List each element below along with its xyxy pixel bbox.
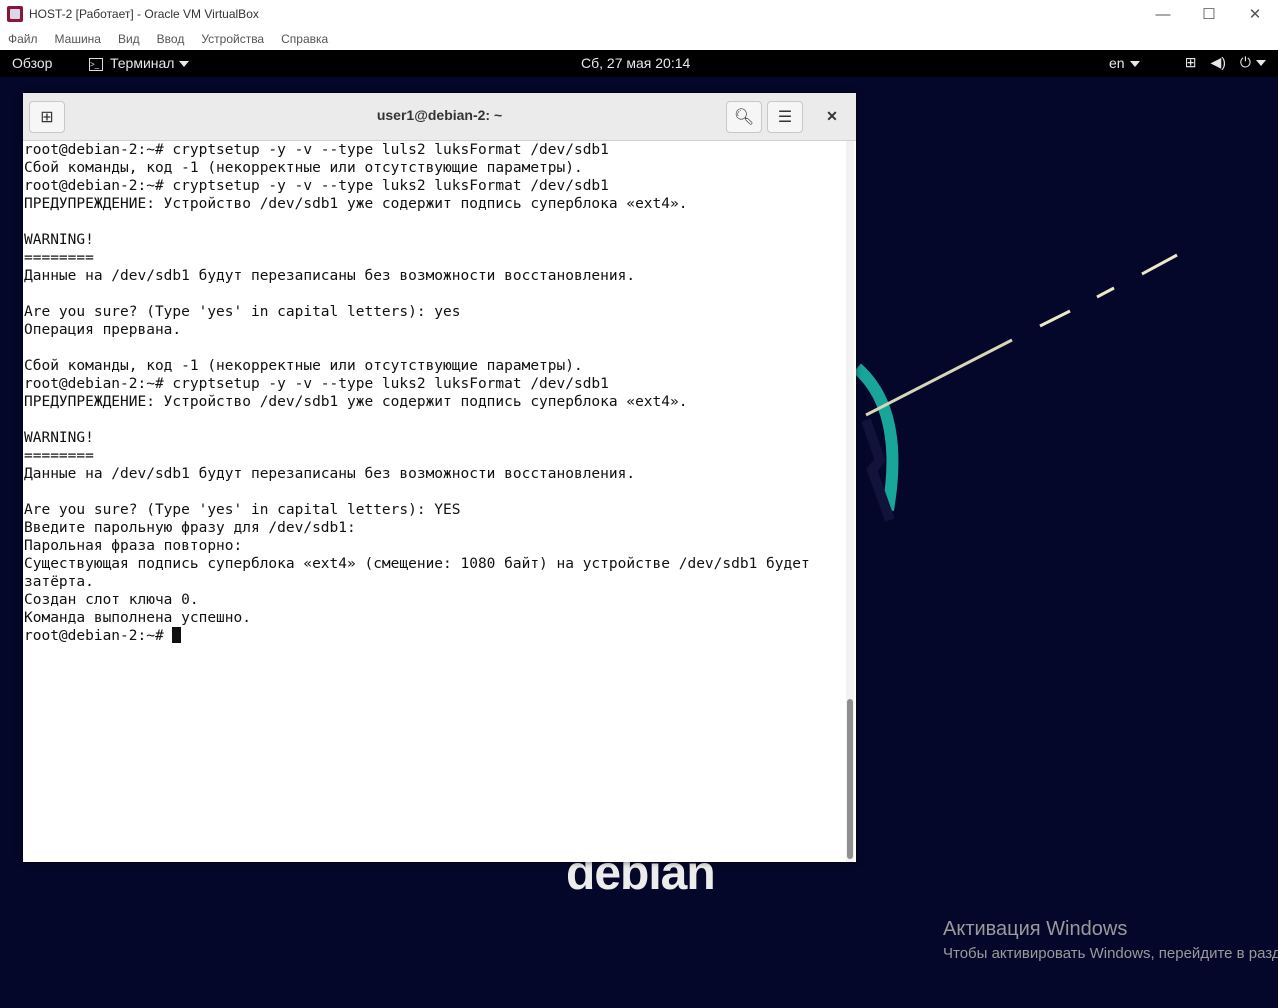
menu-button[interactable]: ☰ bbox=[767, 101, 803, 133]
terminal-line: root@debian-2:~# cryptsetup -y -v --type… bbox=[24, 376, 609, 392]
window-controls: — ☐ ✕ bbox=[1140, 0, 1278, 28]
menu-input[interactable]: Ввод bbox=[149, 32, 194, 46]
menu-devices[interactable]: Устройства bbox=[193, 32, 273, 46]
vbox-titlebar: HOST-2 [Работает] - Oracle VM VirtualBox… bbox=[0, 0, 1278, 28]
minimize-button[interactable]: — bbox=[1140, 0, 1186, 28]
terminal-line: Данные на /dev/sdb1 будут перезаписаны б… bbox=[24, 268, 636, 284]
terminal-line: root@debian-2:~# cryptsetup -y -v --type… bbox=[24, 142, 609, 158]
window-title: HOST-2 [Работает] - Oracle VM VirtualBox bbox=[29, 7, 259, 21]
terminal-line: root@debian-2:~# cryptsetup -y -v --type… bbox=[24, 178, 609, 194]
terminal-headerbar: ⊞ user1@debian-2: ~ 🔍︎ ☰ ✕ bbox=[23, 93, 856, 141]
gnome-topbar: Обзор >_ Терминал Сб, 27 мая 20:14 en ⊞ ◀… bbox=[0, 50, 1278, 77]
terminal-line: Сбой команды, код -1 (некорректные или о… bbox=[24, 358, 583, 374]
vbox-menubar: Файл Машина Вид Ввод Устройства Справка bbox=[0, 28, 1278, 50]
menu-machine[interactable]: Машина bbox=[47, 32, 110, 46]
terminal-line: ======== bbox=[24, 250, 94, 266]
terminal-window[interactable]: ⊞ user1@debian-2: ~ 🔍︎ ☰ ✕ root@debian-2… bbox=[23, 93, 856, 862]
terminal-line: ПРЕДУПРЕЖДЕНИЕ: Устройство /dev/sdb1 уже… bbox=[24, 196, 688, 212]
network-icon: ⊞ bbox=[1184, 54, 1197, 70]
text-cursor bbox=[172, 627, 182, 643]
wallpaper-dash-3 bbox=[1141, 253, 1178, 276]
maximize-button[interactable]: ☐ bbox=[1186, 0, 1232, 28]
windows-activation-watermark: Активация Windows Чтобы активировать Win… bbox=[943, 918, 1278, 962]
wallpaper-line bbox=[865, 338, 1013, 417]
volume-icon: ◀) bbox=[1210, 54, 1226, 70]
terminal-line: Данные на /dev/sdb1 будут перезаписаны б… bbox=[24, 466, 636, 482]
terminal-scrollbar[interactable] bbox=[846, 141, 854, 862]
terminal-close-button[interactable]: ✕ bbox=[817, 101, 847, 131]
search-button[interactable]: 🔍︎ bbox=[726, 101, 762, 133]
terminal-line: ======== bbox=[24, 448, 94, 464]
activities-button[interactable]: Обзор bbox=[12, 55, 52, 71]
virtualbox-icon bbox=[7, 6, 23, 22]
terminal-line: Существующая подпись суперблока «ext4» (… bbox=[24, 556, 810, 572]
menu-view[interactable]: Вид bbox=[110, 32, 149, 46]
menu-help[interactable]: Справка bbox=[273, 32, 337, 46]
chevron-down-icon bbox=[179, 61, 190, 68]
hamburger-icon: ☰ bbox=[777, 109, 793, 126]
terminal-line: Операция прервана. bbox=[24, 322, 182, 338]
close-button[interactable]: ✕ bbox=[1232, 0, 1278, 28]
search-icon: 🔍︎ bbox=[733, 109, 755, 126]
guest-display: Обзор >_ Терминал Сб, 27 мая 20:14 en ⊞ ◀… bbox=[0, 50, 1278, 1008]
wallpaper-dash-2 bbox=[1096, 286, 1115, 299]
terminal-line: WARNING! bbox=[24, 430, 94, 446]
power-icon: ⏻ bbox=[1240, 54, 1266, 71]
app-menu[interactable]: >_ Терминал bbox=[89, 55, 190, 71]
terminal-line: Are you sure? (Type 'yes' in capital let… bbox=[24, 502, 461, 518]
keyboard-layout[interactable]: en bbox=[1109, 55, 1140, 71]
terminal-output[interactable]: root@debian-2:~# cryptsetup -y -v --type… bbox=[23, 141, 844, 862]
terminal-line: Парольная фраза повторно: bbox=[24, 538, 243, 554]
activation-subtitle: Чтобы активировать Windows, перейдите в … bbox=[943, 945, 1278, 962]
terminal-prompt: root@debian-2:~# bbox=[24, 628, 173, 644]
chevron-down-icon bbox=[1256, 60, 1266, 67]
menu-file[interactable]: Файл bbox=[0, 32, 47, 46]
terminal-line: Создан слот ключа 0. bbox=[24, 592, 199, 608]
terminal-icon: >_ bbox=[89, 57, 103, 71]
system-menu[interactable]: ⊞ ◀) ⏻ bbox=[1185, 54, 1266, 71]
terminal-line: Команда выполнена успешно. bbox=[24, 610, 251, 626]
app-menu-label: Терминал bbox=[110, 55, 175, 71]
terminal-line: Are you sure? (Type 'yes' in capital let… bbox=[24, 304, 461, 320]
terminal-line: Введите парольную фразу для /dev/sdb1: bbox=[24, 520, 356, 536]
close-icon: ✕ bbox=[826, 107, 838, 124]
terminal-prompt-line: root@debian-2:~# bbox=[24, 627, 844, 645]
keyboard-layout-label: en bbox=[1109, 55, 1125, 71]
terminal-line: WARNING! bbox=[24, 232, 94, 248]
terminal-line: Сбой команды, код -1 (некорректные или о… bbox=[24, 160, 583, 176]
terminal-line: ПРЕДУПРЕЖДЕНИЕ: Устройство /dev/sdb1 уже… bbox=[24, 394, 688, 410]
activation-title: Активация Windows bbox=[943, 918, 1128, 940]
wallpaper-dash-1 bbox=[1039, 309, 1071, 328]
chevron-down-icon bbox=[1129, 61, 1140, 68]
scrollbar-thumb[interactable] bbox=[847, 699, 853, 859]
terminal-line: затёрта. bbox=[24, 574, 94, 590]
clock[interactable]: Сб, 27 мая 20:14 bbox=[581, 55, 690, 71]
